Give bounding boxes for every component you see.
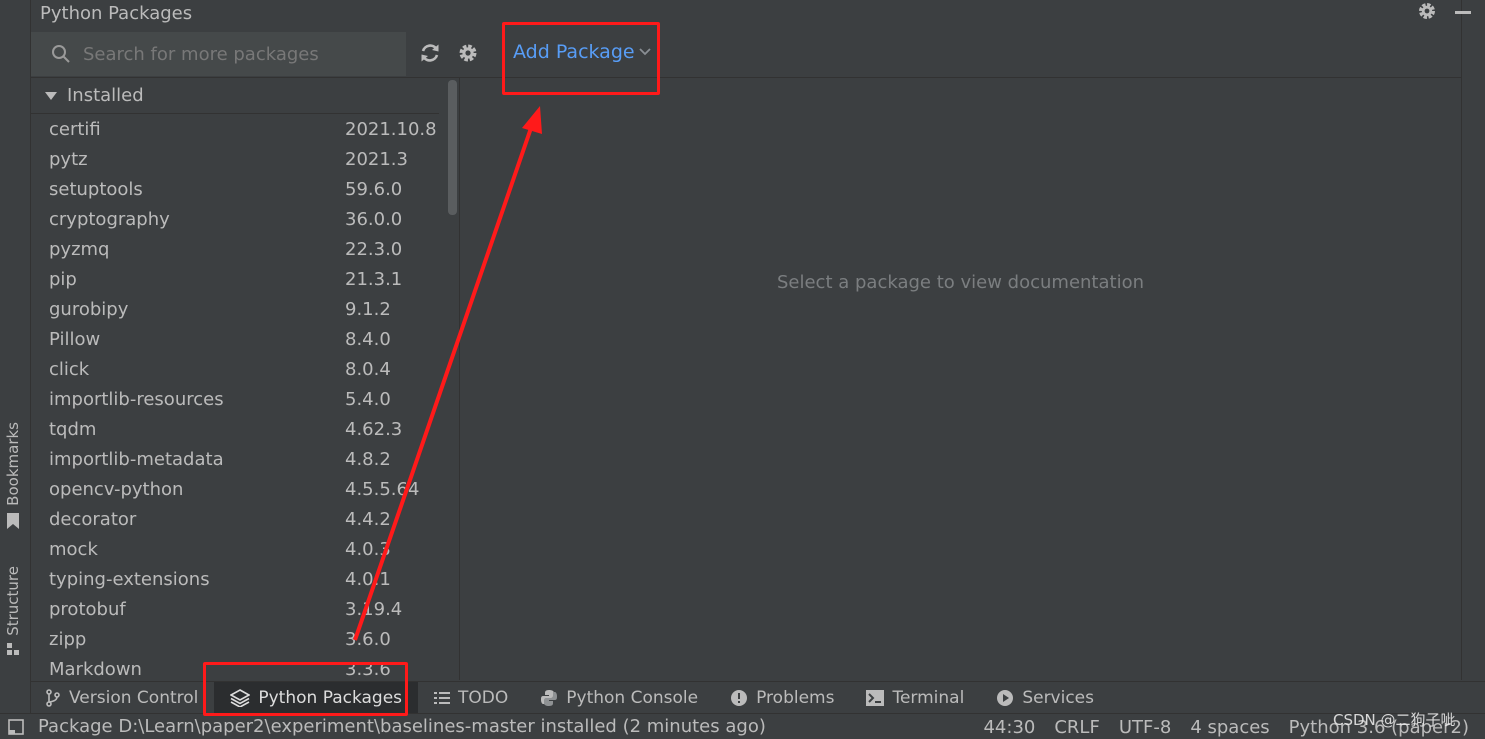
annotation-arrow <box>353 106 542 641</box>
